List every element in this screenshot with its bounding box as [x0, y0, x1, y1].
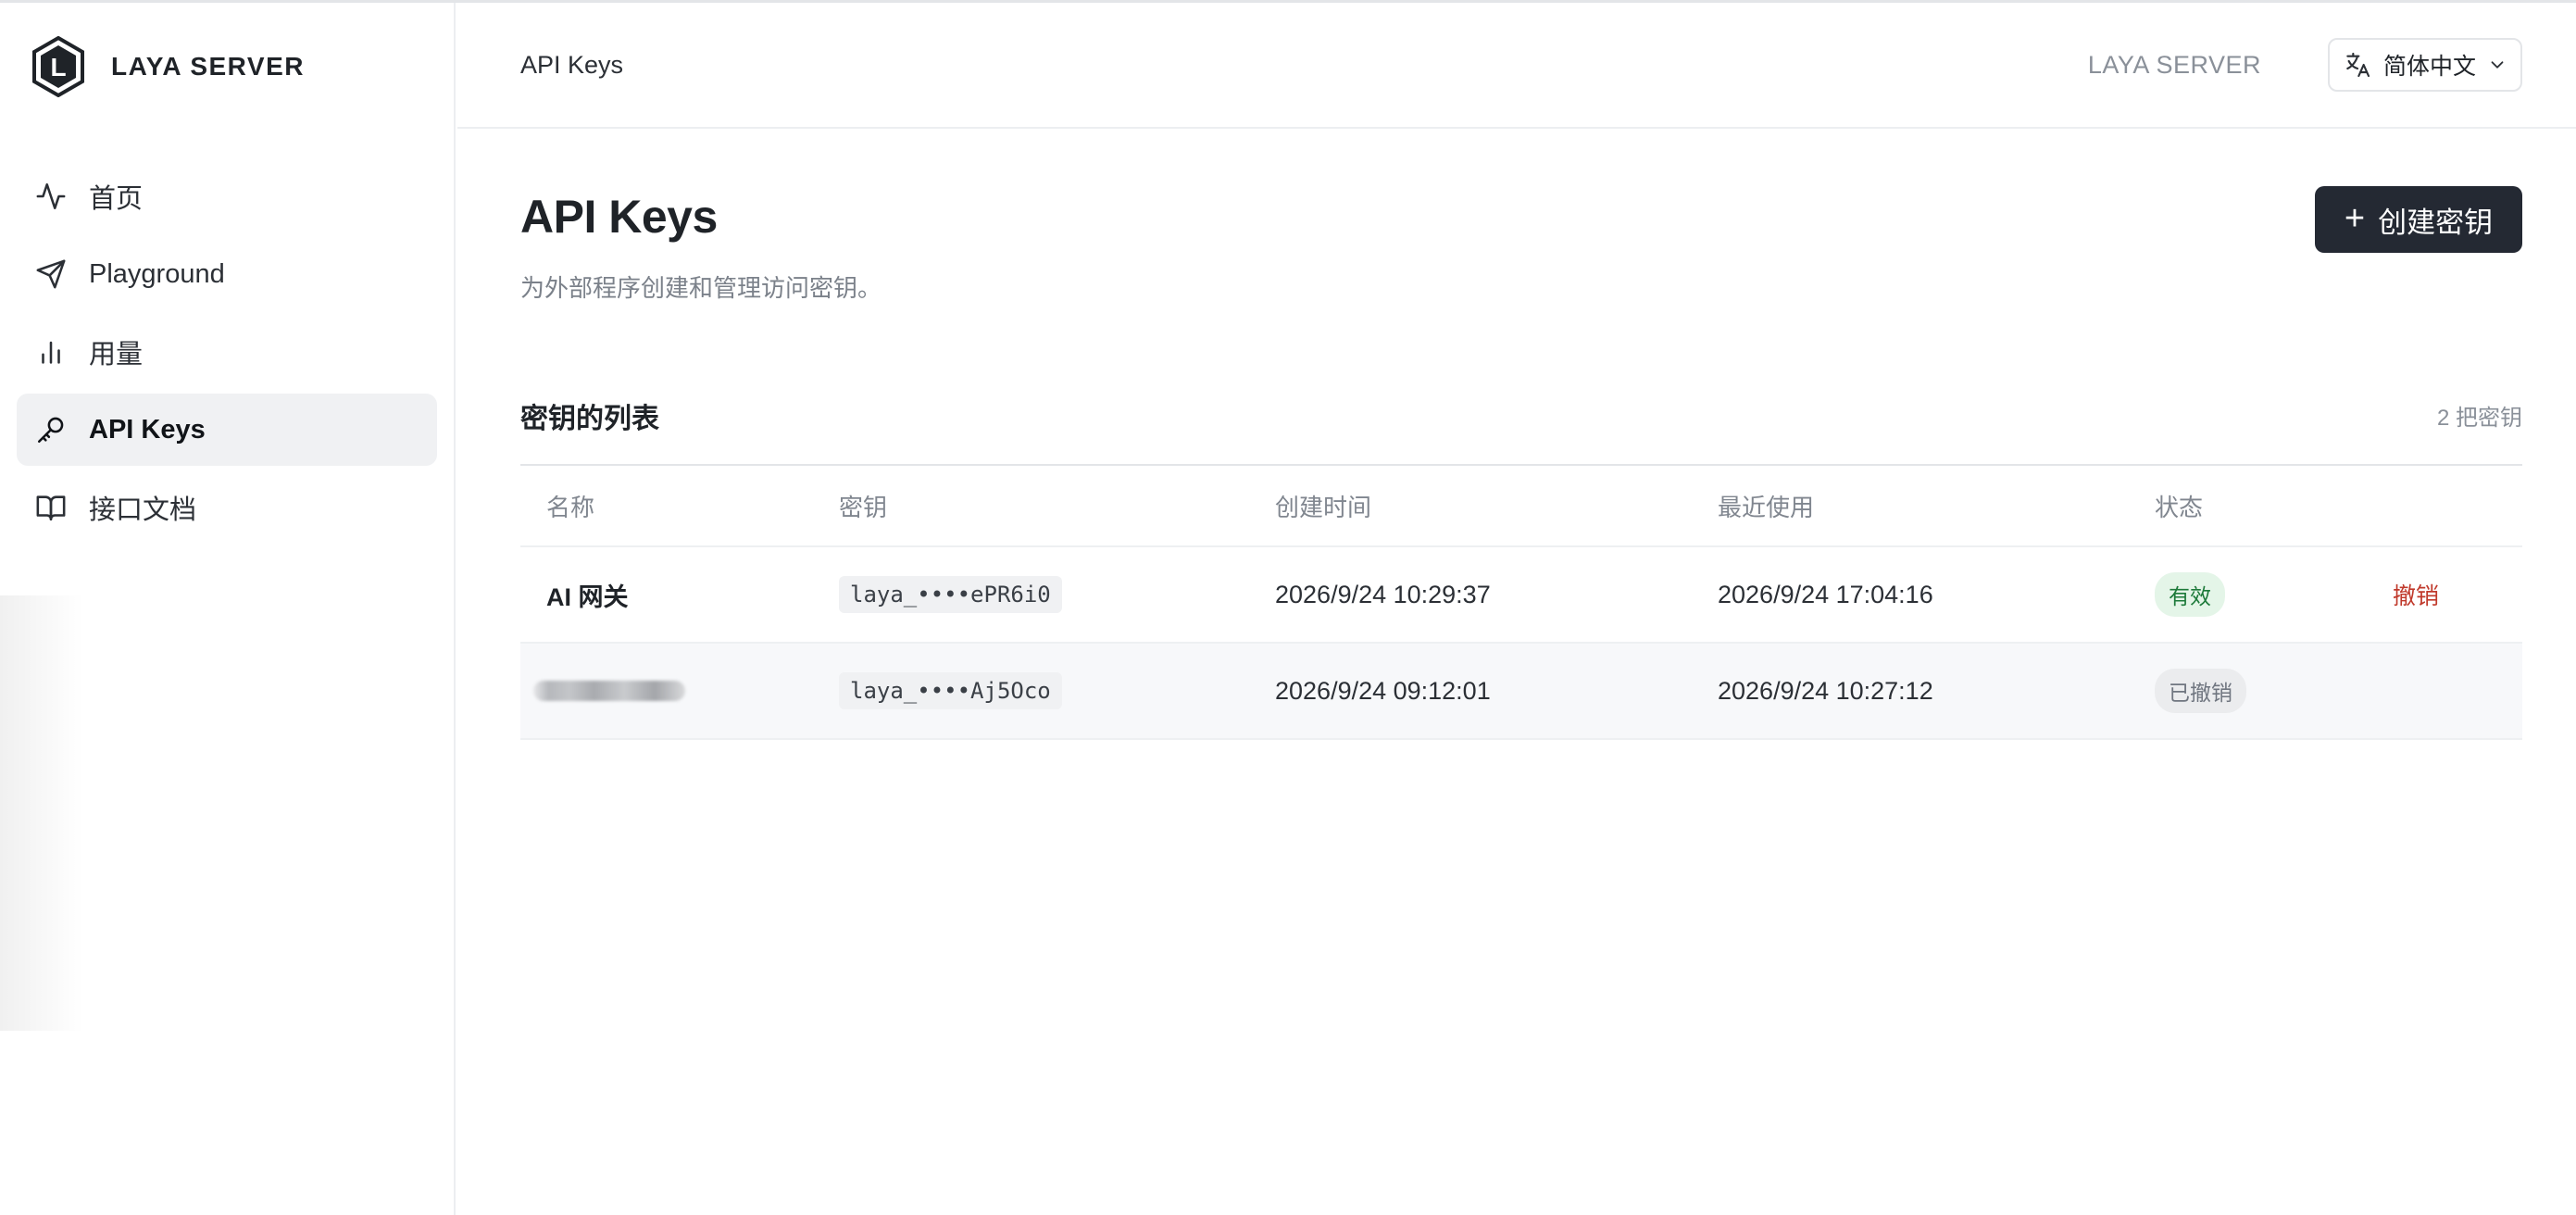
brand[interactable]: L LAYA SERVER [31, 36, 305, 97]
masked-key: laya_••••Aj5Oco [839, 672, 1062, 709]
sidebar-item-label: Playground [89, 258, 225, 289]
sidebar: L LAYA SERVER 首页 Playground 用量 API Keys … [0, 3, 456, 1215]
sidebar-item-label: API Keys [89, 414, 206, 445]
header-brand-label: LAYA SERVER [2087, 51, 2261, 79]
redacted-key-name [533, 681, 685, 701]
logo-letter: L [50, 53, 66, 81]
page-title: API Keys [520, 191, 718, 243]
table-header-row: 名称 密钥 创建时间 最近使用 状态 [520, 466, 2522, 547]
send-icon [35, 258, 67, 290]
sidebar-item-home[interactable]: 首页 [17, 160, 437, 232]
activity-icon [35, 181, 67, 212]
key-icon [35, 414, 67, 445]
created-time: 2026/9/24 10:29:37 [1275, 580, 1491, 608]
book-icon [35, 492, 67, 523]
top-header: API Keys LAYA SERVER 简体中文 [457, 3, 2576, 129]
key-list-title: 密钥的列表 [520, 404, 659, 434]
sidebar-item-docs[interactable]: 接口文档 [17, 471, 437, 544]
key-name: AI 网关 [546, 582, 629, 611]
page-subtitle: 为外部程序创建和管理访问密钥。 [520, 274, 882, 302]
translate-icon [2346, 52, 2370, 78]
api-keys-table: 名称 密钥 创建时间 最近使用 状态 AI 网关 laya_••••ePR6i0… [520, 464, 2522, 740]
breadcrumb: API Keys [520, 51, 624, 79]
table-row: laya_••••Aj5Oco 2026/9/24 09:12:01 2026/… [520, 644, 2522, 740]
column-header-last-used: 最近使用 [1718, 493, 1815, 521]
table-row: AI 网关 laya_••••ePR6i0 2026/9/24 10:29:37… [520, 547, 2522, 644]
sidebar-item-label: 用量 [89, 340, 144, 370]
language-select[interactable]: 简体中文 [2328, 38, 2522, 92]
column-header-key: 密钥 [839, 493, 888, 521]
key-count: 2 把密钥 [2436, 406, 2522, 431]
sidebar-item-usage[interactable]: 用量 [17, 316, 437, 388]
sidebar-item-api-keys[interactable]: API Keys [17, 394, 437, 466]
sidebar-nav: 首页 Playground 用量 API Keys 接口文档 [17, 160, 437, 549]
sidebar-item-label: 接口文档 [89, 495, 197, 525]
last-used-time: 2026/9/24 10:27:12 [1718, 676, 1933, 705]
revoke-button[interactable]: 撤销 [2393, 578, 2439, 611]
status-badge: 已撤销 [2155, 669, 2246, 713]
laya-logo-icon: L [32, 36, 84, 97]
column-header-name: 名称 [546, 493, 595, 521]
language-selected: 简体中文 [2383, 54, 2477, 80]
sidebar-item-playground[interactable]: Playground [17, 238, 437, 310]
last-used-time: 2026/9/24 17:04:16 [1718, 580, 1933, 608]
create-key-button[interactable]: + 创建密钥 [2315, 186, 2522, 253]
brand-name: LAYA SERVER [111, 52, 305, 81]
created-time: 2026/9/24 09:12:01 [1275, 676, 1491, 705]
status-badge: 有效 [2155, 572, 2225, 617]
masked-key: laya_••••ePR6i0 [839, 576, 1062, 613]
sidebar-item-label: 首页 [89, 184, 144, 214]
sidebar-edge-shadow [0, 595, 83, 1031]
chevron-down-icon [2491, 61, 2504, 69]
plus-icon: + [2344, 198, 2366, 238]
create-key-label: 创建密钥 [2378, 206, 2494, 239]
column-header-created: 创建时间 [1275, 493, 1372, 521]
column-header-status: 状态 [2155, 493, 2204, 521]
bar-chart-icon [35, 336, 67, 368]
